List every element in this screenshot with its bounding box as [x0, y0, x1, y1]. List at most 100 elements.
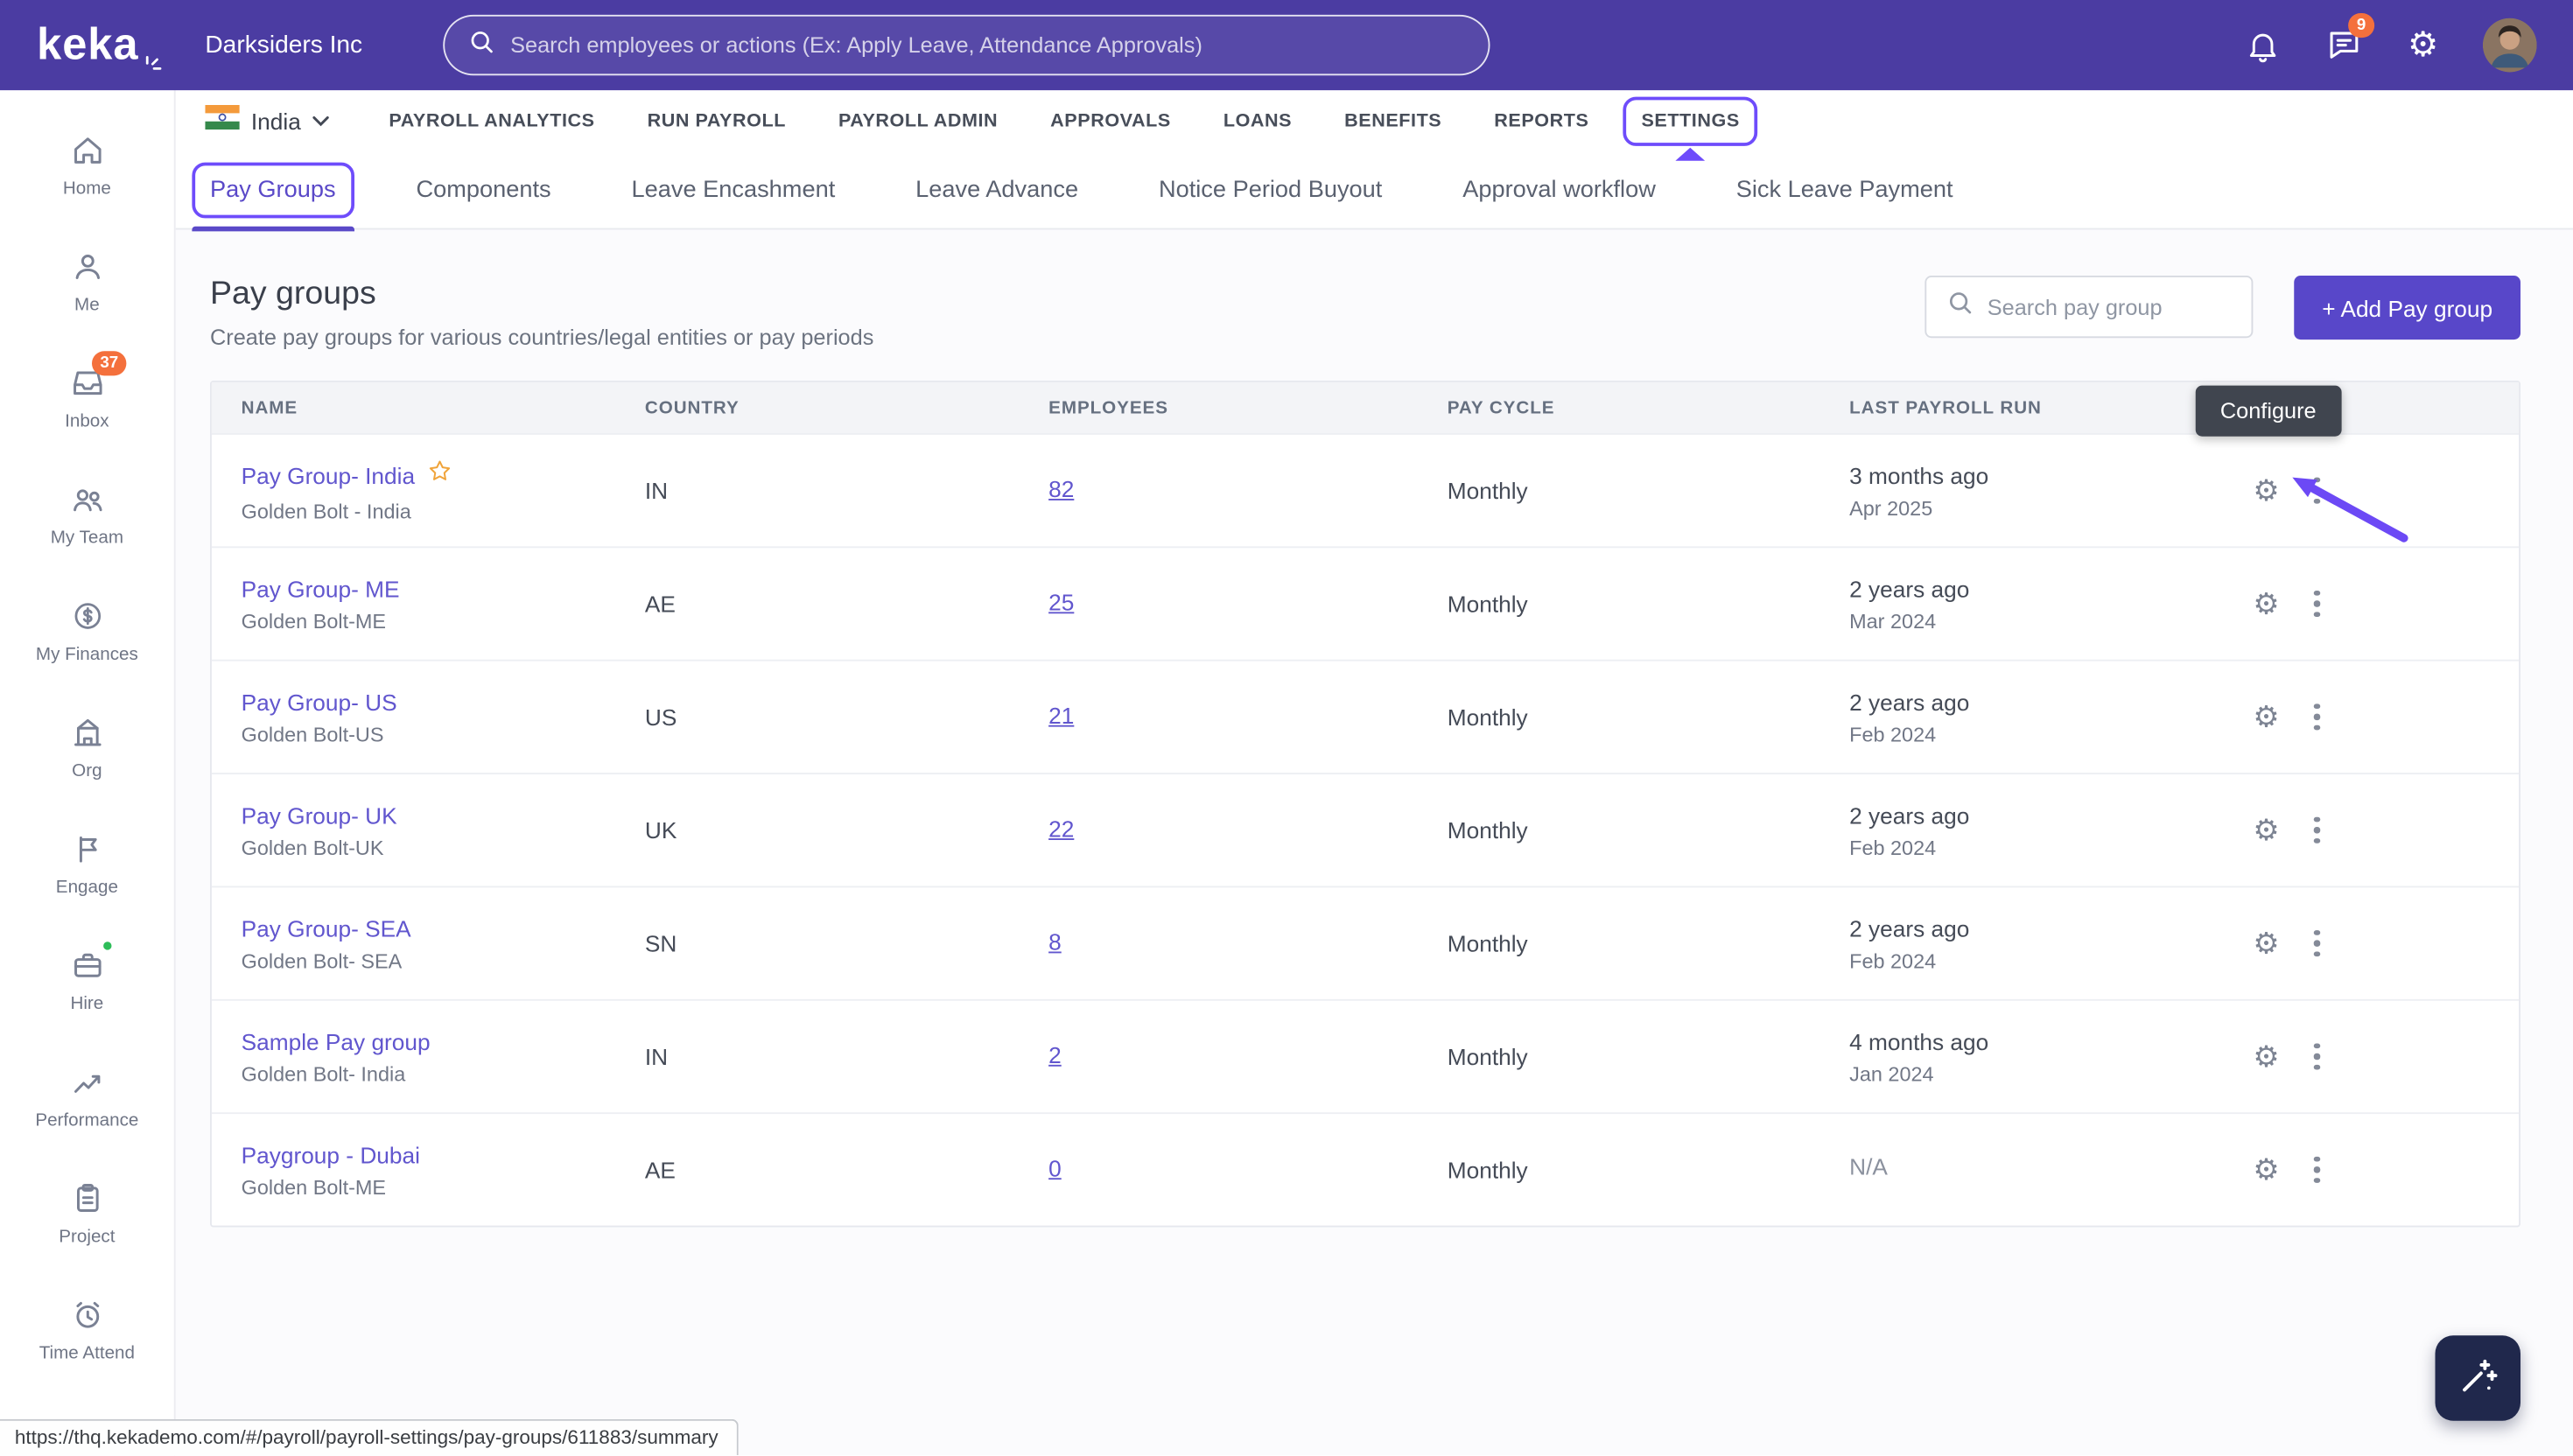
table-header: NAME COUNTRY EMPLOYEES PAY CYCLE LAST PA… [212, 382, 2519, 433]
global-search[interactable] [443, 15, 1490, 75]
nav-approvals[interactable]: APPROVALS [1050, 111, 1171, 131]
configure-gear-icon[interactable]: ⚙ [2253, 928, 2279, 958]
last-run-ago: 2 years ago [1849, 914, 2247, 941]
settings-gear-icon[interactable]: ⚙ [2408, 28, 2438, 62]
pay-cycle-cell: Monthly [1448, 704, 1849, 730]
notifications-bell-icon[interactable] [2245, 27, 2281, 63]
global-search-input[interactable] [510, 33, 1465, 58]
pay-group-link[interactable]: Sample Pay group [242, 1028, 431, 1054]
sidebar-item-home[interactable]: Home [0, 107, 174, 223]
legal-entity-label: Golden Bolt- SEA [242, 949, 645, 972]
configure-gear-icon[interactable]: ⚙ [2253, 1155, 2279, 1185]
chevron-down-icon [312, 106, 331, 136]
nav-reports[interactable]: REPORTS [1494, 111, 1588, 131]
country-cell: SN [645, 930, 1048, 956]
nav-settings[interactable]: SETTINGS [1641, 111, 1739, 131]
row-menu-kebab-icon[interactable] [2310, 1040, 2323, 1073]
chat-badge: 9 [2348, 13, 2373, 38]
configure-tooltip: Configure [2196, 386, 2341, 437]
configure-gear-icon[interactable]: ⚙ [2253, 816, 2279, 845]
country-cell: IN [645, 1044, 1048, 1070]
configure-gear-icon[interactable]: ⚙ [2253, 589, 2279, 619]
pay-group-link[interactable]: Pay Group- SEA [242, 914, 411, 941]
tab-approval-workflow[interactable]: Approval workflow [1462, 177, 1656, 203]
user-avatar[interactable] [2483, 18, 2537, 73]
last-run-date: Feb 2024 [1849, 836, 2247, 858]
ai-assistant-wand-button[interactable] [2436, 1335, 2521, 1421]
clock-icon [69, 1296, 105, 1332]
last-run-date: Feb 2024 [1849, 949, 2247, 972]
sidebar-item-hire[interactable]: Hire [0, 922, 174, 1039]
pay-group-link[interactable]: Pay Group- UK [242, 802, 397, 828]
sidebar-item-project[interactable]: Project [0, 1155, 174, 1271]
employees-count-link[interactable]: 25 [1048, 589, 1074, 615]
configure-gear-icon[interactable]: ⚙ [2253, 703, 2279, 732]
row-menu-kebab-icon[interactable] [2310, 927, 2323, 960]
col-last-payroll-run: LAST PAYROLL RUN [1849, 398, 2247, 418]
nav-payroll-admin[interactable]: PAYROLL ADMIN [838, 111, 998, 131]
sidebar-item-time-attend[interactable]: Time Attend [0, 1271, 174, 1388]
sidebar-item-performance[interactable]: Performance [0, 1039, 174, 1155]
pay-group-link[interactable]: Pay Group- India [242, 462, 415, 488]
employees-count-link[interactable]: 21 [1048, 703, 1074, 729]
project-clipboard-icon [69, 1180, 105, 1215]
pay-group-link[interactable]: Pay Group- US [242, 689, 397, 715]
pay-groups-table: NAME COUNTRY EMPLOYEES PAY CYCLE LAST PA… [210, 381, 2520, 1228]
pay-group-link[interactable]: Paygroup - Dubai [242, 1141, 420, 1167]
helpdesk-chat-icon[interactable]: 9 [2325, 26, 2363, 64]
nav-run-payroll[interactable]: RUN PAYROLL [648, 111, 786, 131]
sidebar: Home Me 37 Inbox My Team My Finances Org [0, 90, 176, 1455]
sidebar-item-org[interactable]: Org [0, 690, 174, 806]
tab-leave-advance[interactable]: Leave Advance [915, 177, 1078, 203]
tab-leave-encashment[interactable]: Leave Encashment [631, 177, 835, 203]
nav-payroll-analytics[interactable]: PAYROLL ANALYTICS [389, 111, 594, 131]
pay-group-search[interactable] [1925, 276, 2254, 338]
add-pay-group-button[interactable]: + Add Pay group [2294, 276, 2520, 340]
row-menu-kebab-icon[interactable] [2310, 587, 2323, 620]
tab-pay-groups[interactable]: Pay Groups [210, 177, 336, 203]
sidebar-item-inbox[interactable]: 37 Inbox [0, 340, 174, 456]
keka-logo[interactable]: keka [0, 0, 176, 90]
sidebar-item-engage[interactable]: Engage [0, 806, 174, 922]
last-run-date: Jan 2024 [1849, 1062, 2247, 1085]
nav-loans[interactable]: LOANS [1223, 111, 1292, 131]
row-menu-kebab-icon[interactable] [2310, 1153, 2323, 1186]
keka-logo-text: keka [37, 20, 138, 71]
employees-count-link[interactable]: 22 [1048, 816, 1074, 842]
pay-cycle-cell: Monthly [1448, 1157, 1849, 1183]
tab-sick-leave-payment[interactable]: Sick Leave Payment [1736, 177, 1953, 203]
sidebar-item-my-team[interactable]: My Team [0, 456, 174, 572]
sidebar-item-my-finances[interactable]: My Finances [0, 572, 174, 689]
app-window: keka Darksiders Inc 9 ⚙ [0, 0, 2573, 1455]
row-menu-kebab-icon[interactable] [2310, 814, 2323, 847]
employees-count-link[interactable]: 8 [1048, 928, 1062, 955]
country-selector[interactable]: India [205, 104, 330, 137]
row-menu-kebab-icon[interactable] [2310, 700, 2323, 733]
hire-status-dot [100, 939, 115, 954]
employees-count-link[interactable]: 2 [1048, 1042, 1062, 1068]
annotation-arrow [2273, 453, 2421, 564]
table-row: Sample Pay group Golden Bolt- India IN 2… [212, 999, 2519, 1112]
pay-group-search-input[interactable] [1988, 295, 2232, 319]
tab-components[interactable]: Components [416, 177, 550, 203]
country-cell: UK [645, 817, 1048, 844]
favorite-star-icon[interactable] [426, 458, 452, 492]
tab-notice-period-buyout[interactable]: Notice Period Buyout [1159, 177, 1382, 203]
country-cell: IN [645, 478, 1048, 504]
table-row: Pay Group- SEA Golden Bolt- SEA SN 8 Mon… [212, 886, 2519, 999]
country-cell: AE [645, 1157, 1048, 1183]
search-icon [1946, 289, 1974, 325]
col-country: COUNTRY [645, 398, 1048, 418]
employees-count-link[interactable]: 82 [1048, 476, 1074, 502]
pay-group-link[interactable]: Pay Group- ME [242, 575, 400, 601]
sidebar-item-me[interactable]: Me [0, 223, 174, 340]
last-run-ago: 2 years ago [1849, 689, 2247, 715]
pay-cycle-cell: Monthly [1448, 478, 1849, 504]
legal-entity-label: Golden Bolt - India [242, 500, 645, 523]
table-row: Pay Group- UK Golden Bolt-UK UK 22 Month… [212, 773, 2519, 886]
nav-benefits[interactable]: BENEFITS [1344, 111, 1441, 131]
table-row: Pay Group- US Golden Bolt-US US 21 Month… [212, 660, 2519, 773]
configure-gear-icon[interactable]: ⚙ [2253, 1042, 2279, 1072]
last-run-ago: 2 years ago [1849, 802, 2247, 828]
employees-count-link[interactable]: 0 [1048, 1155, 1062, 1181]
